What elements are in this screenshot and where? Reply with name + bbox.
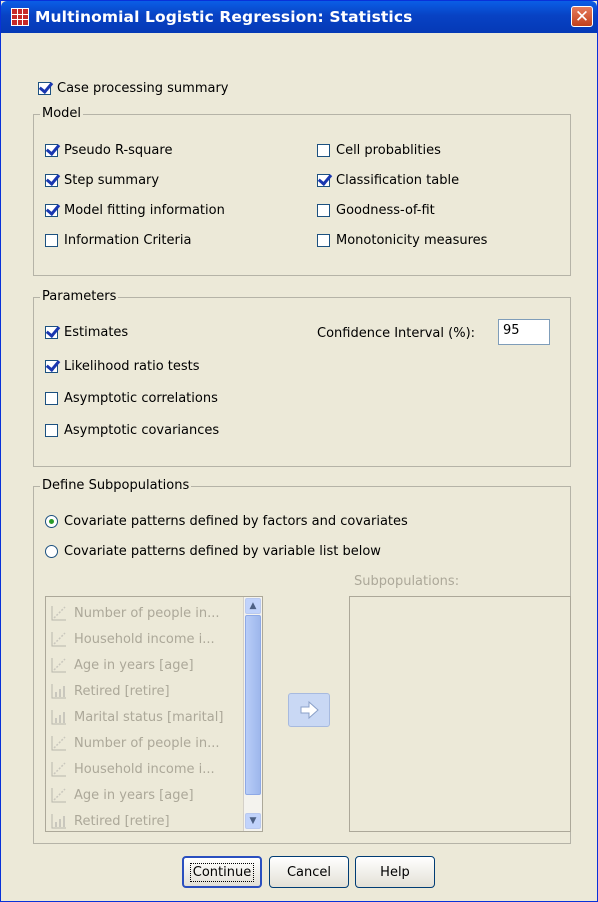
model-fitting-checkbox[interactable]: Model fitting information (45, 203, 225, 218)
list-item[interactable]: Retired [retire] (50, 678, 170, 704)
scale-icon (50, 604, 68, 622)
case-processing-checkbox[interactable]: Case processing summary (38, 81, 228, 96)
checkbox-box[interactable] (45, 174, 58, 187)
checkbox-label: Asymptotic correlations (64, 391, 218, 406)
scale-icon (50, 734, 68, 752)
dialog-window: Multinomial Logistic Regression: Statist… (0, 0, 598, 902)
list-item[interactable]: Number of people in... (50, 730, 219, 756)
variable-label: Number of people in... (74, 735, 220, 751)
checkbox-label: Goodness-of-fit (336, 203, 435, 218)
list-item[interactable]: Household income i... (50, 756, 215, 782)
title-bar[interactable]: Multinomial Logistic Regression: Statist… (1, 1, 597, 33)
subpopulations-target-list[interactable] (349, 596, 571, 832)
parameters-legend: Parameters (40, 289, 119, 304)
checkbox-box[interactable] (317, 174, 330, 187)
variable-label: Number of people in... (74, 605, 220, 621)
help-button[interactable]: Help (355, 856, 435, 888)
information-criteria-checkbox[interactable]: Information Criteria (45, 233, 191, 248)
confidence-interval-label: Confidence Interval (%): (317, 326, 476, 341)
checkbox-label: Model fitting information (64, 203, 225, 218)
checkbox-label: Likelihood ratio tests (64, 359, 200, 374)
model-group: Model (33, 106, 571, 276)
list-item[interactable]: Retired [retire] (50, 808, 170, 831)
help-button-label: Help (380, 864, 410, 880)
checkbox-box[interactable] (317, 234, 330, 247)
list-item[interactable]: Household income i... (50, 626, 215, 652)
checkbox-box[interactable] (45, 392, 58, 405)
cell-probabilities-checkbox[interactable]: Cell probablities (317, 143, 441, 158)
variable-label: Household income i... (74, 631, 215, 647)
list-scrollbar[interactable]: ▲ ▼ (243, 597, 262, 831)
ordinal-icon (50, 708, 68, 726)
arrow-right-icon (300, 700, 319, 720)
checkbox-box[interactable] (45, 204, 58, 217)
checkbox-box[interactable] (45, 326, 58, 339)
checkbox-label: Classification table (336, 173, 460, 188)
list-item[interactable]: Age in years [age] (50, 652, 194, 678)
source-variable-list[interactable]: Number of people in... Household income i… (45, 596, 263, 832)
checkbox-box[interactable] (317, 204, 330, 217)
asymptotic-correlations-checkbox[interactable]: Asymptotic correlations (45, 391, 218, 406)
window-title: Multinomial Logistic Regression: Statist… (35, 8, 413, 26)
continue-button[interactable]: Continue (182, 856, 262, 888)
classification-table-checkbox[interactable]: Classification table (317, 173, 459, 188)
scale-icon (50, 656, 68, 674)
variable-label: Age in years [age] (74, 787, 194, 803)
step-summary-checkbox[interactable]: Step summary (45, 173, 159, 188)
confidence-interval-input[interactable]: 95 (498, 319, 550, 345)
scroll-down-icon[interactable]: ▼ (245, 813, 261, 829)
radio-label: Covariate patterns defined by variable l… (64, 544, 381, 559)
checkbox-label: Information Criteria (64, 233, 192, 248)
variable-label: Retired [retire] (74, 683, 170, 699)
variable-label: Age in years [age] (74, 657, 194, 673)
move-to-subpopulations-button[interactable] (288, 693, 330, 727)
checkbox-box[interactable] (45, 424, 58, 437)
list-item[interactable]: Number of people in... (50, 600, 219, 626)
radio-factors-covariates[interactable]: Covariate patterns defined by factors an… (45, 514, 408, 529)
variable-label: Marital status [marital] (74, 709, 224, 725)
variable-label: Retired [retire] (74, 813, 170, 829)
scale-icon (50, 630, 68, 648)
asymptotic-covariances-checkbox[interactable]: Asymptotic covariances (45, 423, 219, 438)
scale-icon (50, 760, 68, 778)
checkbox-label: Cell probablities (336, 143, 441, 158)
continue-button-label: Continue (189, 862, 255, 882)
checkbox-label: Case processing summary (57, 81, 229, 96)
list-item[interactable]: Marital status [marital] (50, 704, 223, 730)
variable-label: Household income i... (74, 761, 215, 777)
parameters-group: Parameters (33, 289, 571, 467)
radio-label: Covariate patterns defined by factors an… (64, 514, 408, 529)
checkbox-label: Step summary (64, 173, 160, 188)
subpopulations-target-label: Subpopulations: (354, 574, 460, 589)
scale-icon (50, 786, 68, 804)
cancel-button-label: Cancel (286, 864, 332, 880)
radio-circle[interactable] (45, 545, 58, 558)
checkbox-label: Estimates (64, 325, 129, 340)
ordinal-icon (50, 812, 68, 830)
spss-app-icon (11, 8, 29, 26)
checkbox-box[interactable] (45, 144, 58, 157)
checkbox-box[interactable] (38, 82, 51, 95)
scroll-up-icon[interactable]: ▲ (245, 598, 261, 614)
checkbox-box[interactable] (45, 234, 58, 247)
cancel-button[interactable]: Cancel (269, 856, 349, 888)
model-legend: Model (40, 106, 84, 121)
checkbox-label: Pseudo R-square (64, 143, 173, 158)
checkbox-label: Monotonicity measures (336, 233, 488, 248)
close-button[interactable]: ✕ (571, 6, 593, 27)
scroll-thumb[interactable] (245, 615, 261, 795)
likelihood-ratio-checkbox[interactable]: Likelihood ratio tests (45, 359, 200, 374)
monotonicity-checkbox[interactable]: Monotonicity measures (317, 233, 487, 248)
list-item[interactable]: Age in years [age] (50, 782, 194, 808)
pseudo-r-square-checkbox[interactable]: Pseudo R-square (45, 143, 172, 158)
checkbox-box[interactable] (45, 360, 58, 373)
checkbox-label: Asymptotic covariances (64, 423, 220, 438)
checkbox-box[interactable] (317, 144, 330, 157)
subpopulations-legend: Define Subpopulations (40, 478, 192, 493)
goodness-of-fit-checkbox[interactable]: Goodness-of-fit (317, 203, 435, 218)
estimates-checkbox[interactable]: Estimates (45, 325, 128, 340)
radio-variable-list[interactable]: Covariate patterns defined by variable l… (45, 544, 381, 559)
ordinal-icon (50, 682, 68, 700)
radio-circle[interactable] (45, 515, 58, 528)
